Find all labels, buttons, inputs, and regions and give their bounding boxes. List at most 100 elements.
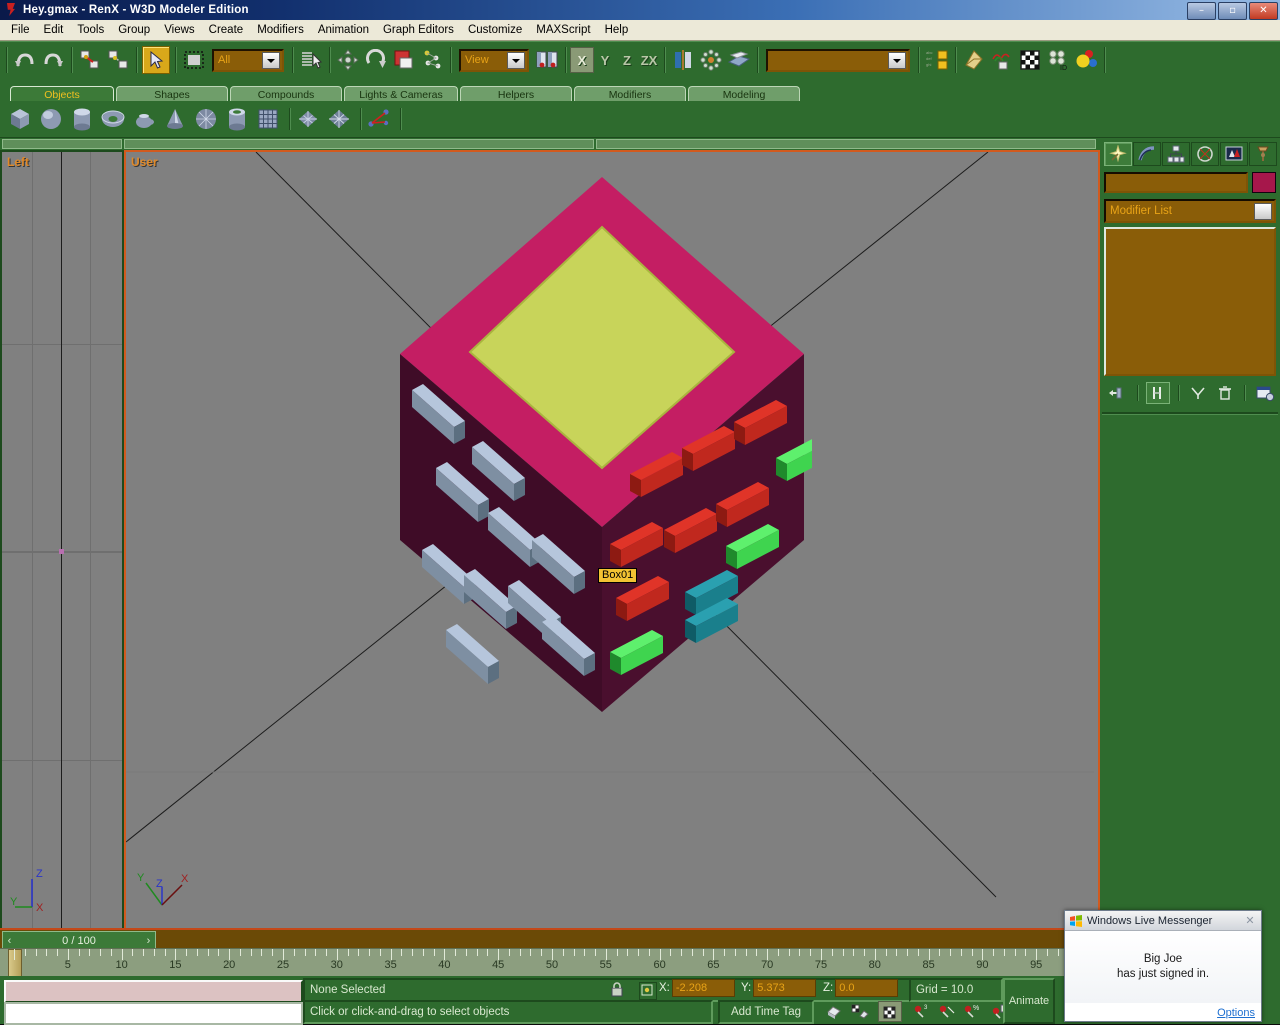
viewport-left[interactable]: Left Z Y X [0,150,124,930]
material-id-button[interactable]: ID [1045,47,1071,73]
select-scale-button[interactable] [391,47,417,73]
menu-item-create[interactable]: Create [202,22,251,38]
select-region-button[interactable] [181,47,207,73]
display-tab[interactable] [1220,142,1248,166]
patch-primitive-button[interactable] [325,105,353,133]
box-primitive-button[interactable] [6,105,34,133]
unlink-button[interactable] [105,47,131,73]
menu-item-customize[interactable]: Customize [461,22,529,38]
viewport-scroll-strip[interactable] [0,138,1098,148]
menu-item-file[interactable]: File [4,22,37,38]
messenger-toast[interactable]: Windows Live Messenger ✕ Big Joe has jus… [1064,910,1262,1022]
restrict-to-x-button[interactable]: X [570,47,594,73]
tab-modifiers[interactable]: Modifiers [574,86,686,102]
object-name-input[interactable] [1104,172,1248,193]
menu-item-views[interactable]: Views [157,22,201,38]
material-editor-button[interactable]: abcdefghi [924,47,950,73]
reference-coordinate-combo[interactable]: View [459,49,529,72]
mini-listener-input[interactable] [4,980,303,1003]
go-to-start-button[interactable]: 3 [911,1001,933,1020]
tab-compounds[interactable]: Compounds [230,86,342,102]
render-scene-button[interactable] [989,47,1015,73]
coordinate-x-input[interactable]: -2.208 [672,979,735,997]
snap-toggle-button[interactable] [419,47,445,73]
absolute-relative-icon[interactable] [639,982,657,1000]
redo-button[interactable] [40,47,66,73]
render-colors-button[interactable] [1073,47,1099,73]
sphere-primitive-button[interactable] [37,105,65,133]
array-button[interactable] [698,47,724,73]
chevron-down-icon[interactable] [507,52,525,69]
minimize-button[interactable]: – [1187,2,1216,20]
menu-item-maxscript[interactable]: MAXScript [529,22,597,38]
maximize-button[interactable]: ▫ [1218,2,1247,20]
animate-button[interactable]: Animate [1003,978,1055,1024]
named-selection-sets-combo[interactable] [766,49,910,72]
geosphere-primitive-button[interactable] [192,105,220,133]
material-editor-sphere-button[interactable] [961,47,987,73]
checkerboard-button[interactable] [1017,47,1043,73]
grid-primitive-button[interactable] [254,105,282,133]
cylinder-primitive-button[interactable] [68,105,96,133]
viewport-user[interactable]: User [124,150,1100,930]
align-button[interactable] [726,47,752,73]
torus-primitive-button[interactable] [99,105,127,133]
make-unique-button[interactable] [1187,383,1210,403]
messenger-options-link[interactable]: Options [1217,1007,1255,1019]
restrict-to-zx-button[interactable]: ZX [638,48,660,72]
key-mode-button[interactable] [878,1001,902,1022]
select-link-button[interactable] [77,47,103,73]
teapot-primitive-button[interactable] [130,105,158,133]
modify-tab[interactable] [1133,142,1161,166]
tube-primitive-button[interactable] [223,105,251,133]
plane-primitive-button[interactable] [294,105,322,133]
tab-helpers[interactable]: Helpers [460,86,572,102]
key-filters-button[interactable] [849,1001,871,1020]
coordinate-z-input[interactable]: 0.0 [835,979,898,997]
track-bar-ruler[interactable]: 5101520253035404550556065707580859095 [0,948,1098,977]
menu-item-modifiers[interactable]: Modifiers [250,22,311,38]
menu-item-tools[interactable]: Tools [70,22,111,38]
configure-sets-button[interactable] [1253,383,1276,403]
selection-filter-combo[interactable]: All [212,49,284,72]
tab-lights-cameras[interactable]: Lights & Cameras [344,86,458,102]
utilities-tab[interactable] [1249,142,1277,166]
pin-stack-button[interactable] [1106,383,1129,403]
chevron-down-icon[interactable] [1254,203,1272,220]
tab-modeling[interactable]: Modeling [688,86,800,102]
lock-selection-icon[interactable] [610,982,624,997]
menu-item-edit[interactable]: Edit [37,22,71,38]
cone-primitive-button[interactable] [161,105,189,133]
chevron-down-icon[interactable] [262,52,280,69]
mirror-button[interactable] [670,47,696,73]
add-time-tag-button[interactable]: Add Time Tag [718,1000,814,1024]
select-by-name-button[interactable] [298,47,324,73]
menu-item-graph-editors[interactable]: Graph Editors [376,22,461,38]
viewport-left-label[interactable]: Left [7,155,29,169]
remove-modifier-button[interactable] [1214,383,1237,403]
hierarchy-tab[interactable] [1162,142,1190,166]
select-move-button[interactable] [335,47,361,73]
box01-object[interactable] [392,172,812,717]
select-rotate-button[interactable] [363,47,389,73]
restrict-to-z-button[interactable]: Z [616,48,638,72]
create-tab[interactable] [1104,142,1132,166]
menu-item-group[interactable]: Group [111,22,157,38]
modifier-stack-list[interactable] [1104,227,1276,376]
track-bar-handle[interactable] [8,949,22,977]
previous-frame-arrow[interactable]: ‹ [3,933,16,948]
motion-tab[interactable] [1191,142,1219,166]
chevron-down-icon[interactable] [888,52,906,69]
undo-button[interactable] [12,47,38,73]
close-button[interactable]: ✕ [1249,2,1278,20]
set-key-button[interactable] [823,1001,845,1020]
object-color-swatch[interactable] [1252,172,1276,193]
tab-shapes[interactable]: Shapes [116,86,228,102]
tab-objects[interactable]: Objects [10,86,114,102]
coordinate-y-input[interactable]: 5.373 [753,979,816,997]
menu-item-help[interactable]: Help [598,22,636,38]
menu-item-animation[interactable]: Animation [311,22,376,38]
next-frame-arrow[interactable]: › [142,933,155,948]
modifier-list-combo[interactable]: Modifier List [1104,199,1276,223]
close-icon[interactable]: ✕ [1243,914,1257,927]
